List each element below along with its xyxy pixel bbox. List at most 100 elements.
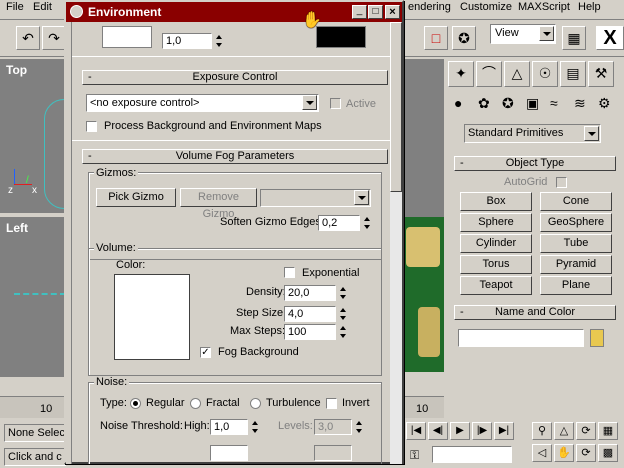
high-spinner[interactable]: [250, 419, 260, 435]
next-frame-icon[interactable]: |▶: [472, 422, 492, 440]
object-type-pyramid-button[interactable]: Pyramid: [540, 255, 612, 274]
dialog-scrollbar[interactable]: [390, 22, 402, 464]
close-icon[interactable]: ×: [385, 5, 400, 19]
pick-gizmo-button[interactable]: Pick Gizmo: [96, 188, 176, 207]
shapes-icon[interactable]: ✿: [478, 95, 490, 112]
object-type-teapot-button[interactable]: Teapot: [460, 276, 532, 295]
modify-tab-icon[interactable]: ⌒: [476, 61, 502, 87]
tint-swatch[interactable]: [102, 26, 152, 48]
geometry-icon[interactable]: ●: [454, 95, 462, 111]
display-tab-icon[interactable]: ▤: [560, 61, 586, 87]
orbit-icon[interactable]: ⟳: [576, 422, 596, 440]
viewport-top[interactable]: Top / z x: [0, 59, 74, 213]
menu-edit[interactable]: Edit: [33, 1, 52, 13]
gizmo-select[interactable]: [260, 189, 371, 207]
create-tab-icon[interactable]: ✦: [448, 61, 474, 87]
max-steps-field[interactable]: 100: [284, 324, 336, 340]
fog-color-swatch[interactable]: [114, 274, 190, 360]
key-icon[interactable]: ⚿: [410, 448, 419, 463]
soften-field[interactable]: 0,2: [318, 215, 360, 231]
exposure-select[interactable]: <no exposure control>: [86, 94, 319, 112]
undo-icon[interactable]: ↶: [16, 26, 40, 50]
high-field[interactable]: 1,0: [210, 419, 248, 435]
object-type-geosphere-button[interactable]: GeoSphere: [540, 213, 612, 232]
ambient-color-swatch[interactable]: [316, 26, 366, 48]
object-type-torus-button[interactable]: Torus: [460, 255, 532, 274]
active-checkbox[interactable]: [330, 98, 341, 109]
frame-field[interactable]: [432, 446, 512, 463]
time-ruler[interactable]: 10: [0, 396, 66, 418]
viewport-perspective[interactable]: [402, 217, 444, 372]
chevron-down-icon[interactable]: [584, 126, 599, 141]
viewport-left-label[interactable]: Left: [6, 221, 28, 235]
zoom-extents-icon[interactable]: ▦: [598, 422, 618, 440]
spacewarps-icon[interactable]: ≋: [574, 95, 586, 112]
motion-tab-icon[interactable]: ☉: [532, 61, 558, 87]
time-ruler-right[interactable]: 10: [402, 396, 444, 418]
collapse-icon[interactable]: -: [88, 71, 92, 84]
go-to-start-icon[interactable]: |◀: [406, 422, 426, 440]
soften-spinner[interactable]: [362, 215, 372, 231]
field-of-view-icon[interactable]: ◁: [532, 444, 552, 462]
name-color-rollout[interactable]: - Name and Color: [454, 305, 616, 320]
remove-gizmo-button[interactable]: Remove Gizmo: [180, 188, 257, 220]
hierarchy-tab-icon[interactable]: △: [504, 61, 530, 87]
fog-background-checkbox[interactable]: ✓: [200, 347, 211, 358]
menu-rendering[interactable]: endering: [408, 1, 451, 13]
toolbar-x-button[interactable]: X: [596, 26, 624, 50]
invert-checkbox[interactable]: [326, 398, 337, 409]
scrollbar-thumb[interactable]: [390, 22, 402, 192]
levels-spinner[interactable]: [354, 419, 364, 435]
view-select[interactable]: View: [490, 24, 556, 44]
max-steps-spinner[interactable]: [338, 324, 348, 340]
object-type-cylinder-button[interactable]: Cylinder: [460, 234, 532, 253]
pivot-icon[interactable]: ▦: [562, 26, 586, 50]
size-field[interactable]: [314, 445, 352, 461]
process-bg-checkbox[interactable]: [86, 121, 97, 132]
regular-radio[interactable]: [130, 398, 141, 409]
collapse-icon[interactable]: -: [88, 150, 92, 163]
fractal-radio[interactable]: [190, 398, 201, 409]
select-scale-icon[interactable]: □: [424, 26, 448, 50]
zoom-icon[interactable]: ⚲: [532, 422, 552, 440]
menu-customize[interactable]: Customize: [460, 1, 512, 13]
chevron-down-icon[interactable]: [539, 26, 554, 41]
object-type-tube-button[interactable]: Tube: [540, 234, 612, 253]
arc-rotate-icon[interactable]: ⟳: [576, 444, 596, 462]
collapse-icon[interactable]: -: [460, 306, 464, 319]
maximize-icon[interactable]: □: [368, 5, 383, 19]
chevron-down-icon[interactable]: [354, 190, 369, 205]
viewport-left[interactable]: Left: [0, 217, 66, 377]
minimize-icon[interactable]: _: [352, 5, 367, 19]
density-field[interactable]: 20,0: [284, 285, 336, 301]
systems-icon[interactable]: ⚙: [598, 95, 611, 112]
play-icon[interactable]: ▶: [450, 422, 470, 440]
object-type-cone-button[interactable]: Cone: [540, 192, 612, 211]
go-to-end-icon[interactable]: ▶|: [494, 422, 514, 440]
volume-fog-rollout[interactable]: - Volume Fog Parameters: [82, 149, 388, 164]
zoom-all-icon[interactable]: △: [554, 422, 574, 440]
object-type-box-button[interactable]: Box: [460, 192, 532, 211]
utilities-tab-icon[interactable]: ⚒: [588, 61, 614, 87]
levels-field[interactable]: 3,0: [314, 419, 352, 435]
menu-file[interactable]: File: [6, 1, 24, 13]
turbulence-radio[interactable]: [250, 398, 261, 409]
object-type-sphere-button[interactable]: Sphere: [460, 213, 532, 232]
object-type-rollout[interactable]: - Object Type: [454, 156, 616, 171]
exponential-checkbox[interactable]: [284, 267, 295, 278]
viewport-top-label[interactable]: Top: [6, 63, 27, 77]
collapse-icon[interactable]: -: [460, 157, 464, 170]
menu-maxscript[interactable]: MAXScript: [518, 1, 570, 13]
helpers-icon[interactable]: ≈: [550, 95, 558, 111]
object-name-field[interactable]: [458, 329, 584, 347]
step-size-field[interactable]: 4,0: [284, 306, 336, 322]
menu-help[interactable]: Help: [578, 1, 601, 13]
level-spinner[interactable]: [214, 33, 224, 49]
select-move-icon[interactable]: ✪: [452, 26, 476, 50]
category-select[interactable]: Standard Primitives: [464, 124, 601, 143]
density-spinner[interactable]: [338, 285, 348, 301]
redo-icon[interactable]: ↷: [42, 26, 66, 50]
low-field[interactable]: [210, 445, 248, 461]
step-size-spinner[interactable]: [338, 306, 348, 322]
prev-frame-icon[interactable]: ◀|: [428, 422, 448, 440]
